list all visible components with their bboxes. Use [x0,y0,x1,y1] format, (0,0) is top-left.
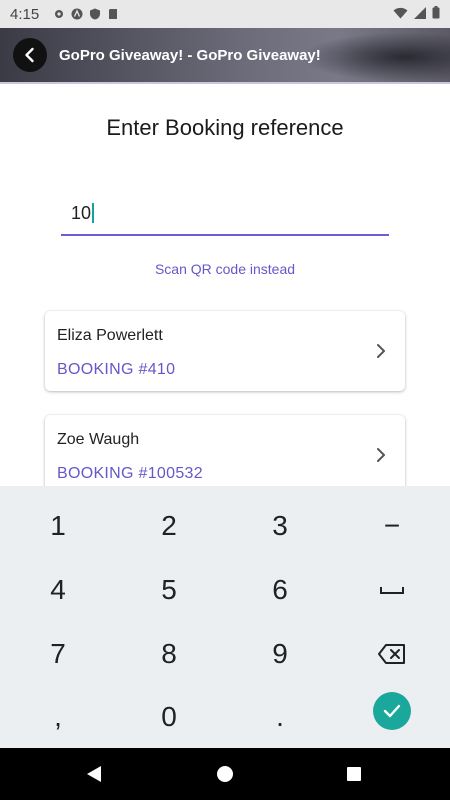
sd-card-icon [107,8,119,20]
key-7[interactable]: 7 [2,622,114,685]
chevron-right-icon [377,344,385,358]
booking-guest-name: Eliza Powerlett [57,327,163,344]
back-arrow-icon [25,47,34,63]
key-period[interactable]: . [224,685,336,748]
circle-home-icon [217,766,233,782]
text-cursor [92,203,95,223]
square-recents-icon [347,767,361,781]
checkmark-icon [383,704,401,717]
key-done[interactable] [336,679,448,742]
booking-reference-value: 10 [71,202,92,223]
status-bar: 4:15 [0,0,450,28]
settings-icon [53,8,65,20]
key-1[interactable]: 1 [2,494,114,557]
wifi-icon [393,6,408,22]
back-button[interactable] [13,38,47,72]
shield-icon [89,8,101,20]
booking-guest-name: Zoe Waugh [57,431,140,448]
status-time: 4:15 [10,5,40,23]
key-comma[interactable]: , [2,685,114,748]
key-8[interactable]: 8 [113,622,225,685]
booking-number: BOOKING #100532 [57,465,203,482]
numeric-keyboard: 1 2 3 − 4 5 6 7 8 9 , 0 . [0,486,450,748]
key-5[interactable]: 5 [113,558,225,621]
key-6[interactable]: 6 [224,558,336,621]
scan-qr-link[interactable]: Scan QR code instead [0,261,450,277]
booking-number: BOOKING #410 [57,361,176,378]
signal-icon [414,6,426,22]
booking-reference-input[interactable]: 10 [61,192,389,236]
system-navigation-bar [0,748,450,800]
booking-card[interactable]: Zoe Waugh BOOKING #100532 [45,415,405,495]
key-3[interactable]: 3 [224,494,336,557]
battery-icon [432,6,440,22]
page-title: Enter Booking reference [106,115,344,140]
key-9[interactable]: 9 [224,622,336,685]
done-button[interactable] [373,691,411,730]
status-notification-icons [53,8,119,20]
nav-home-button[interactable] [213,762,237,786]
chevron-right-icon [377,448,385,462]
status-system-icons [393,6,440,22]
space-icon [380,586,404,594]
key-minus[interactable]: − [336,494,448,557]
app-bar: GoPro Giveaway! - GoPro Giveaway! [0,28,450,84]
triangle-back-icon [87,766,101,782]
key-0[interactable]: 0 [113,685,225,748]
nav-back-button[interactable] [82,762,106,786]
key-4[interactable]: 4 [2,558,114,621]
key-space[interactable] [336,558,448,621]
app-title: GoPro Giveaway! - GoPro Giveaway! [59,46,321,64]
booking-card[interactable]: Eliza Powerlett BOOKING #410 [45,311,405,391]
key-2[interactable]: 2 [113,494,225,557]
key-backspace[interactable] [336,622,448,685]
nav-recents-button[interactable] [342,762,366,786]
backspace-icon [378,643,405,664]
android-icon [71,8,83,20]
booking-search-panel: Enter Booking reference 10 Scan QR code … [0,86,450,495]
